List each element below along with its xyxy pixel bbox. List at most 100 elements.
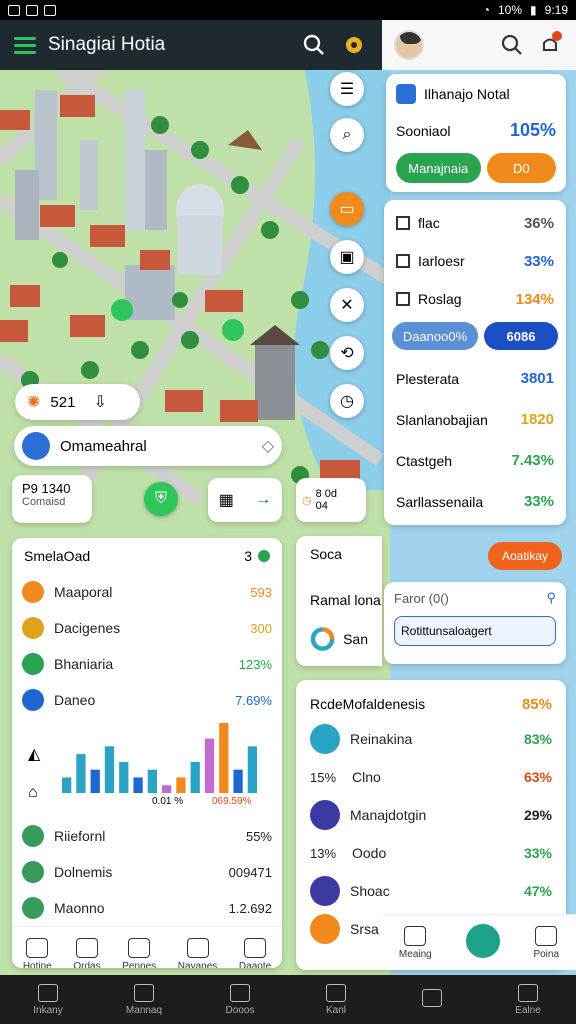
- list-item[interactable]: Dolnemis 009471: [12, 854, 282, 890]
- notification-bell-icon[interactable]: [536, 31, 564, 59]
- list-item-label: Riiefornl: [54, 828, 106, 844]
- arrow-right-icon: →: [255, 491, 272, 508]
- list-item[interactable]: flac 36%: [384, 204, 566, 242]
- share-icon[interactable]: ⟲: [330, 336, 364, 370]
- mid-list-title: RcdeMofaldenesis: [310, 696, 426, 712]
- chat-icon[interactable]: ▭: [330, 192, 364, 226]
- route-button[interactable]: ▦ →: [208, 478, 282, 522]
- search-icon[interactable]: [300, 31, 328, 59]
- globe-icon: [22, 861, 44, 883]
- list-item-label: Shoac: [350, 883, 390, 899]
- nav-item-4[interactable]: [397, 989, 467, 1010]
- filter-label: Faror (0(): [394, 590, 449, 606]
- list-item[interactable]: Shoac 47%: [296, 872, 566, 910]
- list-item-label: Clno: [352, 769, 381, 785]
- bottom-nav: Inkany Mannaq Dooos Kanl Ealne: [0, 975, 576, 1024]
- action-button[interactable]: Aoatikay: [488, 542, 562, 570]
- pie-icon: [22, 825, 44, 847]
- toggle-right[interactable]: 6086: [484, 322, 558, 350]
- chart-bar: [176, 777, 186, 793]
- list-item[interactable]: Daneo 7.69%: [12, 682, 282, 718]
- filter-card: Faror (0() ⚲: [384, 582, 566, 664]
- status-bar: ◔ 10% ▮ 9:19: [0, 0, 576, 20]
- notification-icon: [8, 4, 20, 16]
- tab-2[interactable]: Pennes: [122, 937, 157, 969]
- tab-1[interactable]: [465, 924, 500, 961]
- list-item[interactable]: Bhaniaria 123%: [12, 646, 282, 682]
- layers-icon[interactable]: ☰: [330, 72, 364, 106]
- list-item-value: 33%: [523, 493, 554, 510]
- chart-bar: [90, 769, 100, 793]
- chart-bar: [133, 777, 143, 793]
- top-app-bar: Sinagiai Hotia: [0, 20, 382, 70]
- list-item-label: Sarllassenaila: [396, 493, 484, 510]
- list-item[interactable]: Riiefornl 55%: [12, 818, 282, 854]
- nav-item-3[interactable]: Kanl: [301, 983, 371, 1016]
- tab-label: Pennes: [122, 960, 157, 969]
- compass-icon: [22, 432, 50, 460]
- tab-0[interactable]: Meaing: [399, 925, 432, 960]
- item-icon: [396, 216, 410, 230]
- list-item-value: 7.69%: [235, 692, 272, 708]
- list-item-label: flac: [418, 215, 440, 231]
- search-icon[interactable]: [498, 31, 526, 59]
- chart-bar: [247, 746, 257, 793]
- filter-input[interactable]: [394, 616, 556, 646]
- chevron-icon: ◇: [261, 438, 274, 455]
- tab-0[interactable]: Hotine: [23, 937, 52, 968]
- map-icon: ▦: [218, 492, 234, 509]
- list-item[interactable]: Maonno 1.2.692: [12, 890, 282, 926]
- shield-icon[interactable]: ⛨: [144, 482, 178, 516]
- layers-icon: ◭: [28, 746, 41, 763]
- clock-icon[interactable]: ◷: [330, 384, 364, 418]
- list-item-value: 83%: [523, 731, 552, 747]
- nav-item-1[interactable]: Mannaq: [109, 983, 179, 1016]
- tab-label: Ordas: [73, 960, 101, 969]
- list-item-value: 134%: [515, 290, 554, 308]
- list-item[interactable]: 15% Clno 63%: [296, 758, 566, 796]
- tab-4[interactable]: Daaote: [239, 937, 271, 968]
- nav-item-0[interactable]: Inkany: [13, 983, 83, 1016]
- tools-icon[interactable]: ✕: [330, 288, 364, 322]
- list-item[interactable]: Maaporal 593: [12, 574, 282, 610]
- nav-item-5[interactable]: Ealne: [493, 983, 563, 1016]
- tab-2[interactable]: Poina: [533, 925, 559, 960]
- nav-item-2[interactable]: Dooos: [205, 983, 275, 1016]
- list-item[interactable]: Slanlanobajian 1820: [384, 399, 566, 440]
- list-item-label: Maonno: [54, 900, 105, 916]
- search-icon[interactable]: ⌕: [330, 118, 364, 152]
- location-pill[interactable]: Omameahral ◇: [14, 426, 282, 466]
- list-item[interactable]: Dacigenes 300: [12, 610, 282, 646]
- manage-button[interactable]: Manajnaia: [396, 153, 481, 183]
- list-item-value: 36%: [523, 214, 554, 232]
- location-label: Omameahral: [60, 437, 147, 455]
- list-item[interactable]: 13% Oodo 33%: [296, 834, 566, 872]
- gear-icon[interactable]: [340, 31, 368, 59]
- tab-icon: [404, 925, 427, 946]
- list-item[interactable]: Ctastgeh 7.43%: [384, 440, 566, 481]
- list-item-label: Ctastgeh: [396, 452, 453, 469]
- list-item-value: 29%: [523, 807, 552, 823]
- menu-icon[interactable]: [14, 36, 36, 54]
- nav-icon: [230, 983, 250, 1002]
- list-item[interactable]: Reinakina 83%: [296, 720, 566, 758]
- location-icon[interactable]: ⚲: [546, 590, 556, 606]
- list-item[interactable]: Roslag 134%: [384, 280, 566, 318]
- tab-1[interactable]: Ordas: [73, 937, 101, 969]
- list-item[interactable]: Sarllassenaila 33%: [384, 481, 566, 522]
- nav-label: Inkany: [33, 1004, 63, 1016]
- toggle-left[interactable]: Daanoo0%: [392, 322, 478, 350]
- list-item[interactable]: Manajdotgin 29%: [296, 796, 566, 834]
- signal-icon: ▮: [530, 3, 537, 17]
- tab-3[interactable]: Navanes: [178, 937, 217, 968]
- weather-pill[interactable]: ✺ 521 ⇩: [15, 384, 140, 420]
- photo-icon[interactable]: ▣: [330, 240, 364, 274]
- tab-icon: [244, 937, 267, 958]
- mini-badge[interactable]: ◷ 8 0d 04: [296, 478, 366, 522]
- clock-icon: ◷: [302, 494, 312, 507]
- list-item[interactable]: Plesterata 3801: [384, 358, 566, 399]
- app-title: Sinagiai Hotia: [48, 34, 166, 55]
- options-button[interactable]: D0: [486, 153, 556, 183]
- list-item[interactable]: Iarloesr 33%: [384, 242, 566, 280]
- avatar[interactable]: [394, 30, 424, 60]
